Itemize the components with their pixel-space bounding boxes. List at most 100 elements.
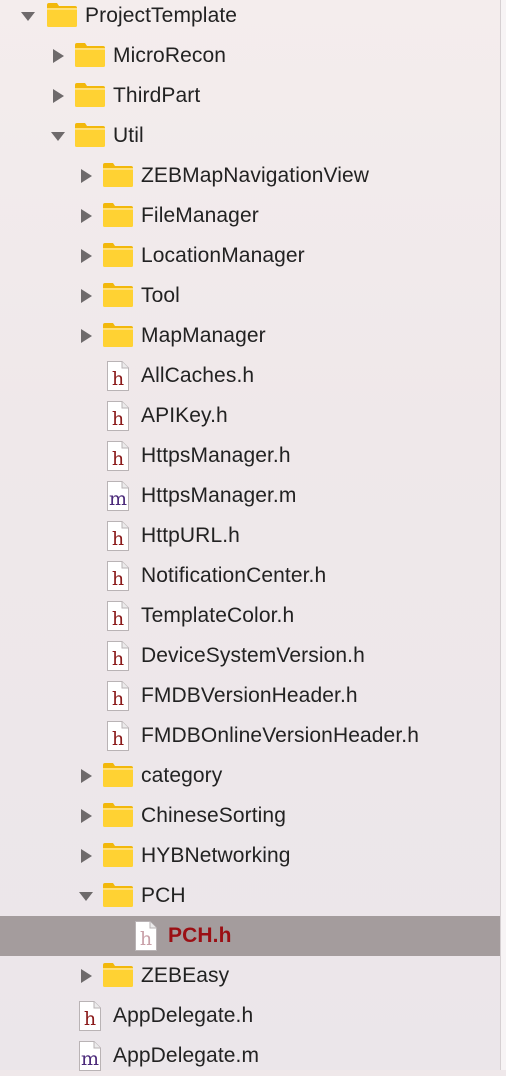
- tree-row-label: TemplateColor.h: [141, 604, 295, 627]
- disclosure-triangle-right-icon[interactable]: [78, 207, 94, 225]
- implementation-file-icon: m: [78, 1040, 102, 1072]
- tree-row-label: NotificationCenter.h: [141, 564, 327, 587]
- tree-row-pch[interactable]: PCH: [0, 876, 500, 916]
- tree-row-filemanager[interactable]: FileManager: [0, 196, 500, 236]
- tree-row-label: DeviceSystemVersion.h: [141, 644, 365, 667]
- tree-row-fmdbonlineversionheader-h[interactable]: h FMDBOnlineVersionHeader.h: [0, 716, 500, 756]
- tree-row-appdelegate-m[interactable]: m AppDelegate.m: [0, 1036, 500, 1076]
- folder-icon: [102, 282, 134, 308]
- project-navigator: ProjectTemplate MicroRecon ThirdPart Uti…: [0, 0, 500, 1071]
- tree-row-notificationcenter-h[interactable]: h NotificationCenter.h: [0, 556, 500, 596]
- header-file-icon: h: [106, 640, 130, 672]
- tree-row-zebeasy[interactable]: ZEBEasy: [0, 956, 500, 996]
- tree-row-label: HttpURL.h: [141, 524, 240, 547]
- tree-row-httpurl-h[interactable]: h HttpURL.h: [0, 516, 500, 556]
- header-file-icon: h: [106, 720, 130, 752]
- tree-row-util[interactable]: Util: [0, 116, 500, 156]
- tree-row-projecttemplate[interactable]: ProjectTemplate: [0, 0, 500, 36]
- tree-row-label: Util: [113, 124, 144, 147]
- tree-row-appdelegate-h[interactable]: h AppDelegate.h: [0, 996, 500, 1036]
- file-type-glyph: m: [80, 1048, 100, 1070]
- tree-row-label: HttpsManager.m: [141, 484, 297, 507]
- tree-row-label: ZEBEasy: [141, 964, 230, 987]
- disclosure-triangle-down-icon[interactable]: [78, 887, 94, 905]
- disclosure-triangle-right-icon[interactable]: [78, 767, 94, 785]
- tree-row-label: ProjectTemplate: [85, 4, 238, 27]
- disclosure-triangle-right-icon[interactable]: [78, 807, 94, 825]
- header-file-icon: h: [106, 560, 130, 592]
- tree-row-label: ZEBMapNavigationView: [141, 164, 370, 187]
- tree-row-microrecon[interactable]: MicroRecon: [0, 36, 500, 76]
- tree-row-locationmanager[interactable]: LocationManager: [0, 236, 500, 276]
- disclosure-triangle-right-icon[interactable]: [78, 247, 94, 265]
- tree-row-label: PCH.h: [168, 924, 232, 947]
- file-type-glyph: h: [83, 1008, 97, 1030]
- tree-row-label: MapManager: [141, 324, 266, 347]
- header-file-icon: h: [106, 520, 130, 552]
- tree-row-label: FileManager: [141, 204, 259, 227]
- tree-row-label: APIKey.h: [141, 404, 228, 427]
- folder-icon: [102, 242, 134, 268]
- folder-icon: [74, 82, 106, 108]
- header-file-icon: h: [106, 400, 130, 432]
- file-type-glyph: h: [111, 608, 125, 630]
- implementation-file-icon: m: [106, 480, 130, 512]
- folder-icon: [102, 322, 134, 348]
- folder-icon: [102, 762, 134, 788]
- folder-icon: [46, 2, 78, 28]
- folder-icon: [74, 122, 106, 148]
- disclosure-triangle-right-icon[interactable]: [50, 87, 66, 105]
- tree-row-devicesystemversion-h[interactable]: h DeviceSystemVersion.h: [0, 636, 500, 676]
- header-file-icon: h: [106, 680, 130, 712]
- tree-row-zebmapnavigationview[interactable]: ZEBMapNavigationView: [0, 156, 500, 196]
- tree-row-label: AppDelegate.m: [113, 1044, 260, 1067]
- tree-row-label: MicroRecon: [113, 44, 227, 67]
- tree-row-apikey-h[interactable]: h APIKey.h: [0, 396, 500, 436]
- tree-row-label: Tool: [141, 284, 180, 307]
- tree-row-templatecolor-h[interactable]: h TemplateColor.h: [0, 596, 500, 636]
- disclosure-triangle-down-icon[interactable]: [20, 7, 36, 25]
- tree-row-category[interactable]: category: [0, 756, 500, 796]
- tree-row-label: HttpsManager.h: [141, 444, 291, 467]
- header-file-icon: h: [134, 920, 158, 952]
- disclosure-triangle-right-icon[interactable]: [50, 47, 66, 65]
- folder-icon: [102, 162, 134, 188]
- file-type-glyph: h: [111, 728, 125, 750]
- tree-row-label: AllCaches.h: [141, 364, 255, 387]
- folder-icon: [102, 842, 134, 868]
- scroll-track[interactable]: [500, 0, 506, 1070]
- tree-row-label: AppDelegate.h: [113, 1004, 254, 1027]
- folder-icon: [74, 42, 106, 68]
- tree-row-label: LocationManager: [141, 244, 305, 267]
- tree-row-thirdpart[interactable]: ThirdPart: [0, 76, 500, 116]
- tree-row-httpsmanager-m[interactable]: m HttpsManager.m: [0, 476, 500, 516]
- file-type-glyph: h: [111, 688, 125, 710]
- disclosure-triangle-right-icon[interactable]: [78, 967, 94, 985]
- tree-row-label: ThirdPart: [113, 84, 201, 107]
- file-type-glyph: h: [111, 408, 125, 430]
- tree-row-allcaches-h[interactable]: h AllCaches.h: [0, 356, 500, 396]
- folder-icon: [102, 202, 134, 228]
- disclosure-triangle-down-icon[interactable]: [50, 127, 66, 145]
- header-file-icon: h: [106, 360, 130, 392]
- tree-row-tool[interactable]: Tool: [0, 276, 500, 316]
- disclosure-triangle-right-icon[interactable]: [78, 847, 94, 865]
- tree-row-mapmanager[interactable]: MapManager: [0, 316, 500, 356]
- folder-icon: [102, 802, 134, 828]
- file-type-glyph: h: [111, 448, 125, 470]
- file-type-glyph: m: [108, 488, 128, 510]
- tree-row-label: PCH: [141, 884, 186, 907]
- disclosure-triangle-right-icon[interactable]: [78, 287, 94, 305]
- disclosure-triangle-right-icon[interactable]: [78, 327, 94, 345]
- tree-row-pch-h-selected[interactable]: h PCH.h: [0, 916, 500, 956]
- tree-row-httpsmanager-h[interactable]: h HttpsManager.h: [0, 436, 500, 476]
- tree-row-hybnetworking[interactable]: HYBNetworking: [0, 836, 500, 876]
- header-file-icon: h: [106, 440, 130, 472]
- tree-row-fmdbversionheader-h[interactable]: h FMDBVersionHeader.h: [0, 676, 500, 716]
- header-file-icon: h: [106, 600, 130, 632]
- folder-icon: [102, 962, 134, 988]
- disclosure-triangle-right-icon[interactable]: [78, 167, 94, 185]
- tree-row-label: ChineseSorting: [141, 804, 286, 827]
- tree-row-chinesesorting[interactable]: ChineseSorting: [0, 796, 500, 836]
- file-type-glyph: h: [139, 928, 153, 950]
